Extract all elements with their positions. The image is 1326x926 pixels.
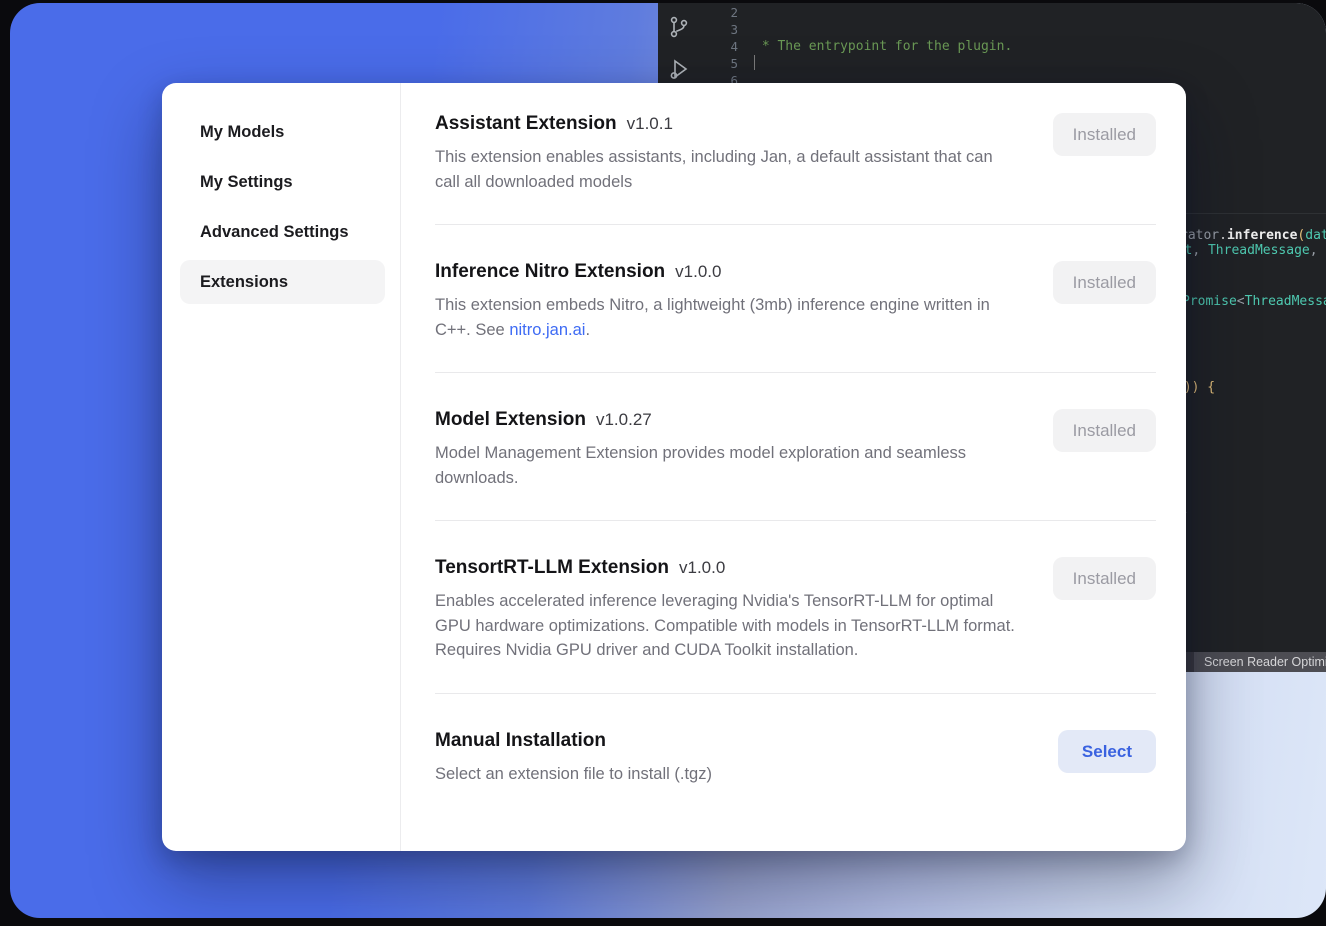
extension-info: Assistant Extension v1.0.1 This extension… [435, 113, 1015, 194]
nitro-jan-ai-link[interactable]: nitro.jan.ai [509, 321, 585, 339]
installed-button[interactable]: Installed [1053, 261, 1156, 304]
extension-info: Inference Nitro Extension v1.0.0 This ext… [435, 261, 1015, 342]
editor-line-numbers: 2 3 4 5 6 [716, 4, 738, 89]
manual-installation-info: Manual Installation Select an extension … [435, 730, 712, 787]
extension-name: Inference Nitro Extension [435, 261, 665, 282]
extension-name: Assistant Extension [435, 113, 617, 134]
extension-version: v1.0.0 [679, 558, 725, 577]
extension-description: Model Management Extension provides mode… [435, 441, 1015, 490]
screen-reader-status-badge: Screen Reader Optimize [1194, 652, 1326, 672]
installed-button[interactable]: Installed [1053, 409, 1156, 452]
sidebar-item-my-settings[interactable]: My Settings [162, 157, 400, 207]
manual-installation-row: Manual Installation Select an extension … [435, 694, 1156, 787]
extension-version: v1.0.1 [627, 114, 673, 133]
extension-description: Enables accelerated inference leveraging… [435, 589, 1015, 663]
extension-info: Model Extension v1.0.27 Model Management … [435, 409, 1015, 490]
sidebar-item-advanced-settings[interactable]: Advanced Settings [162, 207, 400, 257]
source-control-icon [667, 15, 691, 39]
app-window: 2 3 4 5 6 * The entrypoint for the plugi… [10, 3, 1326, 918]
extension-version: v1.0.27 [596, 410, 652, 429]
extension-row-model: Model Extension v1.0.27 Model Management … [435, 373, 1156, 521]
sidebar-item-extensions[interactable]: Extensions [180, 260, 385, 304]
editor-caret [754, 55, 755, 70]
extension-version: v1.0.0 [675, 262, 721, 281]
extension-row-assistant: Assistant Extension v1.0.1 This extension… [435, 113, 1156, 225]
extension-description: This extension enables assistants, inclu… [435, 145, 1015, 194]
extension-row-tensorrt-llm: TensortRT-LLM Extension v1.0.0 Enables ac… [435, 521, 1156, 694]
run-debug-icon [667, 57, 691, 81]
extensions-list: Assistant Extension v1.0.1 This extension… [401, 83, 1186, 851]
code-fragment: Promise<ThreadMessage> [1182, 294, 1326, 309]
settings-modal: My Models My Settings Advanced Settings … [162, 83, 1186, 851]
extension-info: TensortRT-LLM Extension v1.0.0 Enables ac… [435, 557, 1015, 663]
installed-button[interactable]: Installed [1053, 557, 1156, 600]
installed-button[interactable]: Installed [1053, 113, 1156, 156]
code-fragment: rator.inference(data)); [1180, 228, 1326, 243]
extension-row-inference-nitro: Inference Nitro Extension v1.0.0 This ext… [435, 225, 1156, 373]
manual-installation-description: Select an extension file to install (.tg… [435, 762, 712, 787]
manual-installation-title: Manual Installation [435, 730, 606, 751]
select-file-button[interactable]: Select [1058, 730, 1156, 773]
settings-sidebar: My Models My Settings Advanced Settings … [162, 83, 401, 851]
code-line: * The entrypoint for the plugin. [754, 38, 1326, 55]
extension-name: TensortRT-LLM Extension [435, 557, 669, 578]
sidebar-item-my-models[interactable]: My Models [162, 107, 400, 157]
extension-name: Model Extension [435, 409, 586, 430]
extension-description: This extension embeds Nitro, a lightweig… [435, 293, 1015, 342]
